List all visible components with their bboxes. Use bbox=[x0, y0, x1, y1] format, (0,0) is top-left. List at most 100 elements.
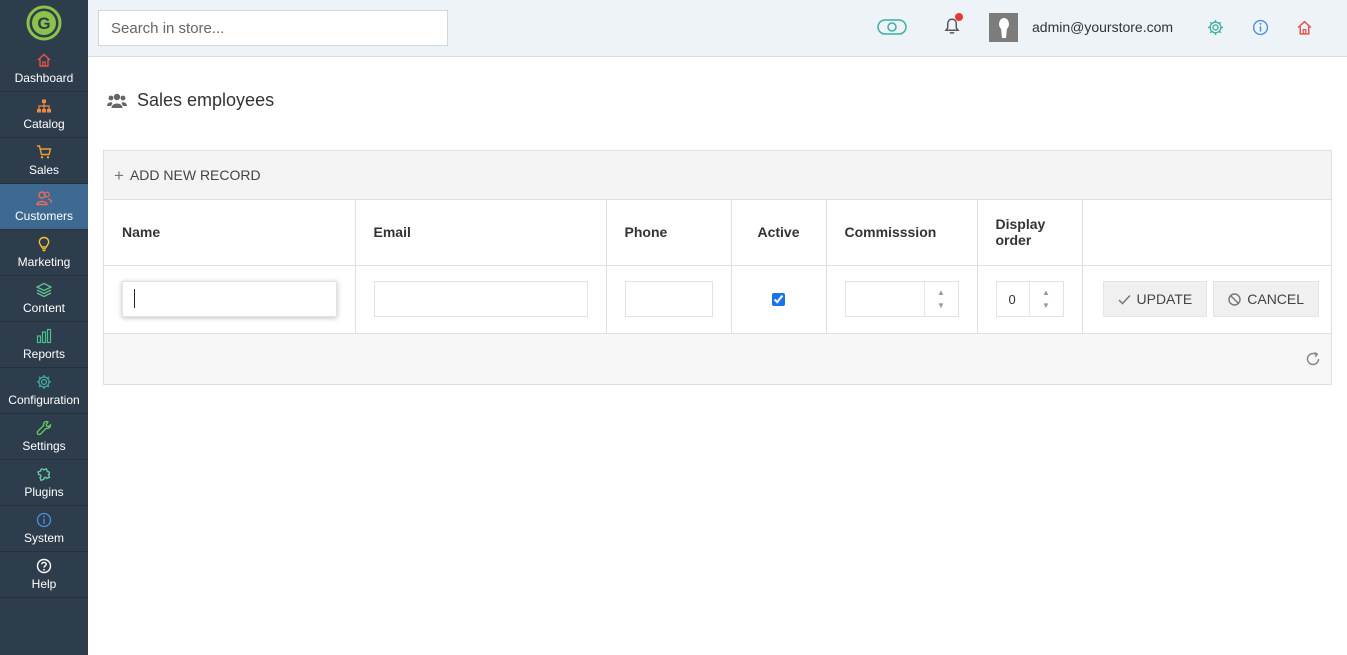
refresh-icon[interactable] bbox=[1305, 351, 1321, 367]
column-header-commission[interactable]: Commisssion bbox=[826, 200, 978, 266]
info-icon bbox=[1252, 19, 1268, 35]
logo[interactable]: G bbox=[0, 0, 88, 46]
spin-down-icon[interactable]: ▼ bbox=[1042, 299, 1050, 312]
info-button[interactable] bbox=[1249, 16, 1271, 38]
sidebar-item-customers[interactable]: Customers bbox=[0, 184, 88, 230]
plus-icon: + bbox=[114, 165, 124, 185]
cell-display-order: 0 ▲ ▼ bbox=[977, 265, 1083, 333]
cell-commission: ▲ ▼ bbox=[826, 265, 978, 333]
gear-icon bbox=[1207, 19, 1223, 35]
grid-toolbar: + ADD NEW RECORD bbox=[104, 151, 1331, 200]
sidebar-item-plugins[interactable]: Plugins bbox=[0, 460, 88, 506]
sidebar-item-label: Catalog bbox=[23, 117, 65, 131]
display-order-spinner[interactable]: ▲ ▼ bbox=[1028, 282, 1063, 317]
name-input[interactable] bbox=[122, 281, 337, 318]
update-button[interactable]: UPDATE bbox=[1102, 281, 1208, 318]
column-header-actions bbox=[1082, 200, 1331, 266]
sidebar-item-label: Reports bbox=[22, 347, 66, 361]
add-new-record-button[interactable]: + ADD NEW RECORD bbox=[114, 167, 261, 184]
settings-button[interactable] bbox=[1204, 16, 1226, 38]
text-caret bbox=[134, 289, 135, 308]
app-root: G Dashboard Catalog Sales Customers Mark… bbox=[0, 0, 1347, 655]
cell-email bbox=[355, 265, 607, 333]
gear-icon bbox=[37, 375, 51, 389]
cell-phone bbox=[606, 265, 732, 333]
table-header-row: Name Email Phone Active Commisssion Disp… bbox=[104, 200, 1331, 266]
sidebar-item-label: Content bbox=[22, 301, 66, 315]
sidebar-item-reports[interactable]: Reports bbox=[0, 322, 88, 368]
sidebar-item-settings[interactable]: Settings bbox=[0, 414, 88, 460]
avatar[interactable] bbox=[989, 13, 1018, 42]
cell-active bbox=[731, 265, 827, 333]
email-input[interactable] bbox=[373, 281, 588, 318]
info-icon bbox=[36, 512, 52, 528]
sidebar-item-system[interactable]: System bbox=[0, 506, 88, 552]
toggle-icon bbox=[877, 19, 907, 35]
sidebar-item-marketing[interactable]: Marketing bbox=[0, 230, 88, 276]
sidebar-item-label: Configuration bbox=[8, 393, 80, 407]
page-title: Sales employees bbox=[137, 90, 275, 110]
cancel-icon bbox=[1228, 293, 1241, 306]
user-email[interactable]: admin@yourstore.com bbox=[1032, 19, 1173, 35]
bulb-icon bbox=[38, 236, 50, 252]
grid-footer bbox=[104, 333, 1331, 384]
notification-badge bbox=[955, 13, 963, 21]
bar-chart-icon bbox=[36, 328, 52, 344]
notifications-button[interactable] bbox=[941, 13, 963, 37]
spin-down-icon[interactable]: ▼ bbox=[937, 299, 945, 312]
sidebar-item-label: Dashboard bbox=[14, 71, 74, 85]
sidebar-item-content[interactable]: Content bbox=[0, 276, 88, 322]
sidebar-item-label: Settings bbox=[22, 439, 66, 453]
cancel-button[interactable]: CANCEL bbox=[1213, 281, 1320, 318]
home-icon bbox=[1297, 20, 1311, 35]
sidebar-item-label: Marketing bbox=[17, 255, 71, 269]
g-logo-icon: G bbox=[26, 5, 62, 41]
column-header-active[interactable]: Active bbox=[731, 200, 827, 266]
sidebar-item-label: Sales bbox=[28, 163, 60, 177]
theme-toggle[interactable] bbox=[876, 16, 908, 38]
employees-grid: + ADD NEW RECORD Name Email Phone Active… bbox=[103, 150, 1332, 385]
sitemap-icon bbox=[37, 99, 51, 113]
users-icon bbox=[36, 191, 52, 206]
commission-spinner[interactable]: ▲ ▼ bbox=[923, 282, 958, 317]
question-icon bbox=[36, 558, 52, 574]
employees-table: Name Email Phone Active Commisssion Disp… bbox=[104, 200, 1331, 333]
sidebar: G Dashboard Catalog Sales Customers Mark… bbox=[0, 0, 88, 655]
phone-input[interactable] bbox=[624, 281, 713, 318]
home-icon bbox=[37, 53, 51, 67]
display-order-value[interactable]: 0 bbox=[997, 282, 1029, 316]
sidebar-item-label: System bbox=[23, 531, 64, 545]
column-header-email[interactable]: Email bbox=[355, 200, 607, 266]
svg-text:G: G bbox=[37, 14, 50, 33]
wrench-icon bbox=[36, 420, 52, 436]
search-input[interactable] bbox=[98, 10, 448, 46]
display-order-stepper[interactable]: 0 ▲ ▼ bbox=[995, 281, 1064, 318]
sidebar-item-label: Plugins bbox=[24, 485, 64, 499]
update-label: UPDATE bbox=[1136, 291, 1193, 308]
column-header-phone[interactable]: Phone bbox=[606, 200, 732, 266]
page-header: Sales employees bbox=[107, 90, 274, 111]
store-home-button[interactable] bbox=[1293, 16, 1315, 38]
cell-name bbox=[104, 265, 356, 333]
commission-stepper[interactable]: ▲ ▼ bbox=[844, 281, 959, 318]
top-header: admin@yourstore.com bbox=[88, 0, 1347, 57]
sidebar-item-label: Customers bbox=[14, 209, 73, 223]
spin-up-icon[interactable]: ▲ bbox=[937, 286, 945, 299]
user-silhouette-icon bbox=[998, 17, 1009, 38]
sidebar-item-configuration[interactable]: Configuration bbox=[0, 368, 88, 414]
sidebar-item-sales[interactable]: Sales bbox=[0, 138, 88, 184]
sidebar-item-dashboard[interactable]: Dashboard bbox=[0, 46, 88, 92]
column-header-name[interactable]: Name bbox=[104, 200, 356, 266]
users-icon bbox=[107, 93, 127, 108]
column-header-display-order[interactable]: Display order bbox=[977, 200, 1083, 266]
spin-up-icon[interactable]: ▲ bbox=[1042, 286, 1050, 299]
sidebar-item-label: Help bbox=[31, 577, 57, 591]
add-new-record-label: ADD NEW RECORD bbox=[129, 167, 261, 183]
check-icon bbox=[1117, 294, 1131, 305]
layers-icon bbox=[36, 282, 52, 298]
cart-icon bbox=[37, 145, 52, 159]
sidebar-item-help[interactable]: Help bbox=[0, 552, 88, 598]
active-checkbox[interactable] bbox=[772, 292, 785, 306]
sidebar-item-catalog[interactable]: Catalog bbox=[0, 92, 88, 138]
commission-value[interactable] bbox=[846, 282, 924, 316]
